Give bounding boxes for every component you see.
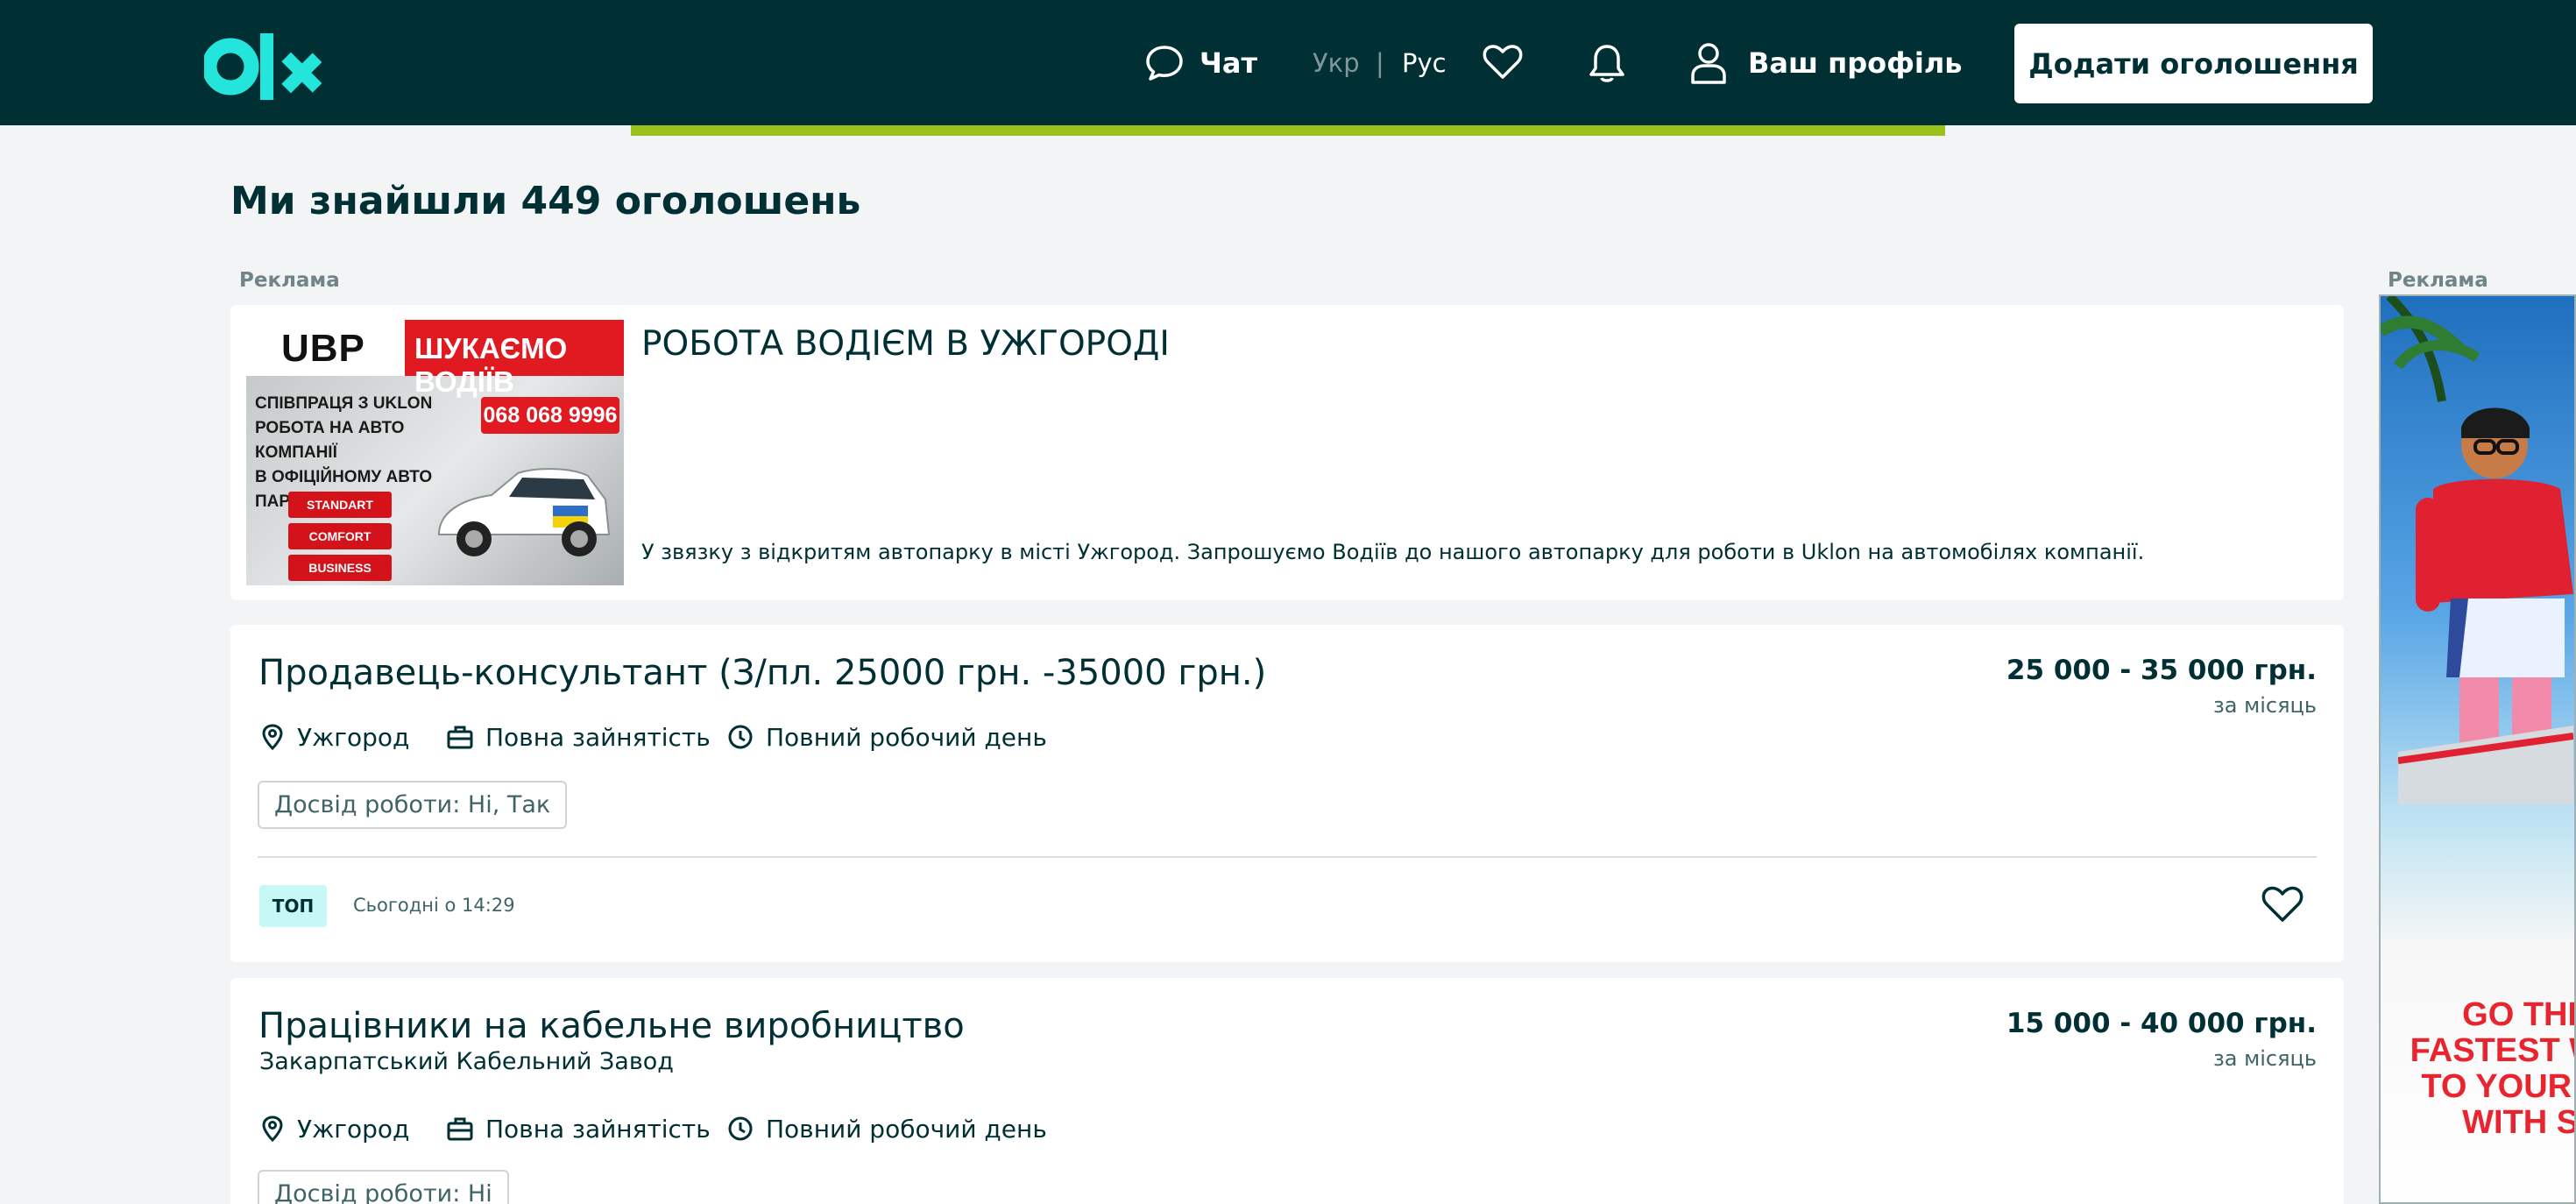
card-divider bbox=[258, 856, 2317, 858]
add-listing-button[interactable]: Додати оголошення bbox=[2014, 24, 2373, 103]
olx-logo[interactable] bbox=[204, 30, 330, 100]
language-russian[interactable]: Рус bbox=[1402, 0, 1447, 125]
heart-icon[interactable] bbox=[1483, 44, 1523, 81]
side-banner-ad[interactable]: GO THE FASTEST WAY TO YOUR HO WITH St bbox=[2379, 294, 2576, 1204]
promo-ad-title[interactable]: РОБОТА ВОДІЄМ В УЖГОРОДІ bbox=[641, 324, 1170, 364]
salary: 25 000 - 35 000 грн. bbox=[2006, 655, 2317, 686]
chat-icon bbox=[1146, 45, 1183, 81]
side-ad-slogan: GO THE FASTEST WAY TO YOUR HO WITH St bbox=[2410, 996, 2574, 1141]
car-illustration bbox=[437, 468, 611, 556]
location-text: Ужгород bbox=[297, 1114, 410, 1144]
promo-image-line: СПІВПРАЦЯ З UKLON bbox=[255, 394, 433, 413]
listing-card[interactable]: Працівники на кабельне виробництво Закар… bbox=[230, 978, 2344, 1204]
clock-icon bbox=[728, 1116, 753, 1141]
briefcase-icon bbox=[447, 726, 473, 749]
promo-image-phone: 068 068 9996 bbox=[481, 397, 619, 434]
experience-tag: Досвід роботи: Ні, Так bbox=[258, 781, 568, 829]
job-schedule: Повний робочий день bbox=[727, 1113, 1047, 1144]
user-icon bbox=[1691, 42, 1726, 84]
schedule-text: Повний робочий день bbox=[766, 1114, 1047, 1144]
salary: 15 000 - 40 000 грн. bbox=[2006, 1008, 2317, 1039]
job-location: Ужгород bbox=[260, 1113, 409, 1144]
location-icon bbox=[262, 724, 283, 750]
progress-strip bbox=[631, 125, 1945, 136]
salary-period: за місяць bbox=[2213, 1046, 2317, 1071]
language-ukrainian[interactable]: Укр bbox=[1313, 0, 1360, 125]
promo-ad-image[interactable]: UBP ШУКАЄМО ВОДІЇВ СПІВПРАЦЯ З UKLON РОБ… bbox=[246, 320, 624, 585]
clock-icon bbox=[728, 725, 753, 749]
promo-image-brand: UBP bbox=[281, 327, 365, 370]
results-title: Ми знайшли 449 оголошень bbox=[230, 179, 861, 223]
job-schedule: Повний робочий день bbox=[727, 721, 1047, 753]
chat-link[interactable]: Чат bbox=[1145, 0, 1257, 125]
ad-label: Реклама bbox=[239, 269, 340, 292]
job-employment: Повна зайнятість bbox=[447, 1113, 711, 1144]
job-employment: Повна зайнятість bbox=[447, 721, 711, 753]
chat-label: Чат bbox=[1200, 46, 1257, 80]
top-navigation-bar: Чат Укр | Рус Ваш профіль Додати оголоше… bbox=[0, 0, 2576, 125]
location-text: Ужгород bbox=[297, 722, 410, 752]
employment-text: Повна зайнятість bbox=[485, 1114, 711, 1144]
briefcase-icon bbox=[447, 1117, 473, 1141]
promo-ad-card[interactable]: UBP ШУКАЄМО ВОДІЇВ СПІВПРАЦЯ З UKLON РОБ… bbox=[230, 305, 2344, 600]
promo-image-tariff: BUSINESS bbox=[288, 555, 392, 581]
profile-link[interactable]: Ваш профіль bbox=[1690, 0, 1963, 125]
promo-image-slogan: ШУКАЄМО ВОДІЇВ bbox=[414, 332, 568, 398]
promo-image-tariff: COMFORT bbox=[288, 523, 392, 549]
employment-text: Повна зайнятість bbox=[485, 722, 711, 752]
job-title[interactable]: Продавець-консультант (З/пл. 25000 грн. … bbox=[258, 653, 1266, 693]
language-separator: | bbox=[1376, 47, 1384, 78]
location-icon bbox=[262, 1115, 283, 1142]
experience-tag: Досвід роботи: Ні bbox=[258, 1170, 509, 1204]
promo-ad-description: У звязку з відкритям автопарку в місті У… bbox=[641, 540, 2145, 564]
schedule-text: Повний робочий день bbox=[766, 722, 1047, 752]
company-name: Закарпатський Кабельний Завод bbox=[259, 1048, 674, 1075]
profile-label: Ваш профіль bbox=[1748, 46, 1963, 80]
top-badge: ТОП bbox=[259, 885, 327, 927]
side-ad-label: Реклама bbox=[2388, 269, 2488, 292]
listing-date: Сьогодні о 14:29 bbox=[353, 895, 515, 916]
person-illustration bbox=[2398, 407, 2573, 804]
promo-image-tariff: STANDART bbox=[288, 492, 392, 518]
salary-period: за місяць bbox=[2213, 693, 2317, 718]
bell-icon[interactable] bbox=[1588, 42, 1626, 84]
job-location: Ужгород bbox=[260, 721, 409, 753]
listing-card[interactable]: Продавець-консультант (З/пл. 25000 грн. … bbox=[230, 625, 2344, 962]
favorite-heart-icon[interactable] bbox=[2261, 885, 2304, 924]
job-title[interactable]: Працівники на кабельне виробництво bbox=[258, 1006, 965, 1046]
